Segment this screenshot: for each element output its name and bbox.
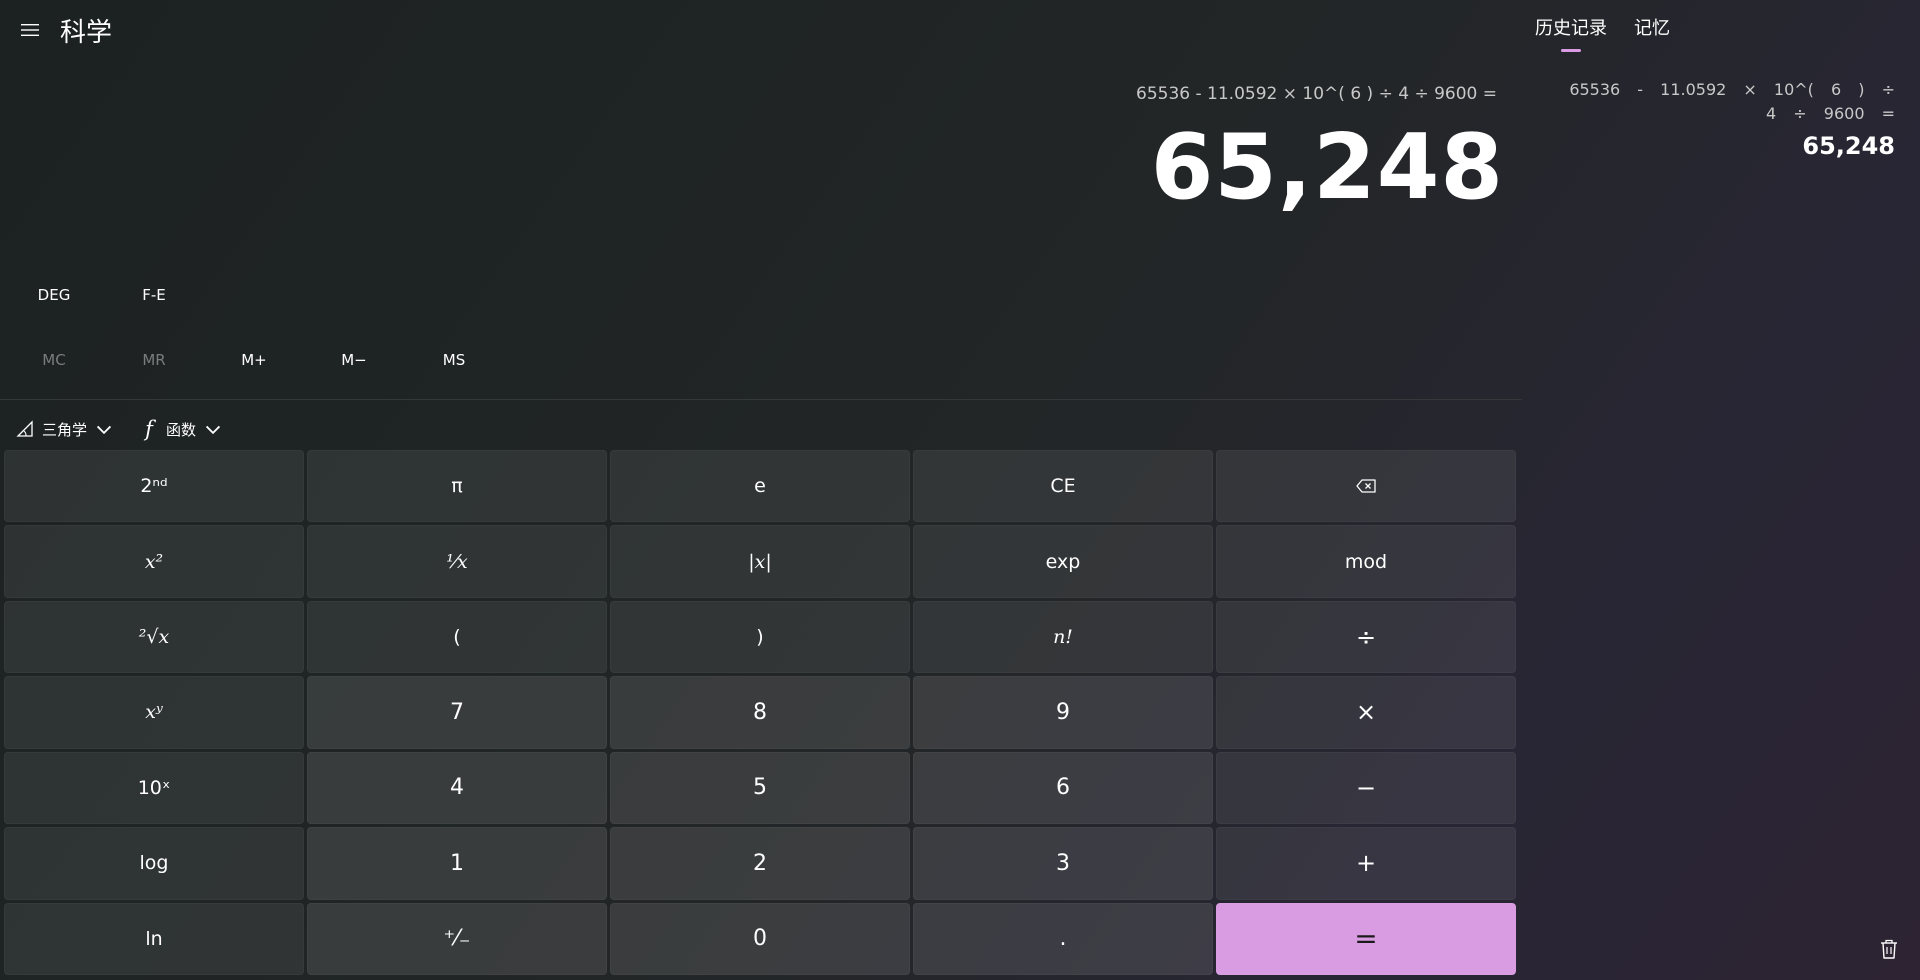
multiply-button[interactable]: ×	[1216, 676, 1516, 749]
backspace-icon	[1356, 479, 1376, 493]
digit-8-button[interactable]: 8	[610, 676, 910, 749]
euler-button[interactable]: e	[610, 450, 910, 523]
triangle-icon	[16, 420, 33, 437]
clear-entry-button[interactable]: CE	[913, 450, 1213, 523]
digit-1-button[interactable]: 1	[307, 827, 607, 900]
pi-button[interactable]: π	[307, 450, 607, 523]
log-button[interactable]: log	[4, 827, 304, 900]
digit-9-button[interactable]: 9	[913, 676, 1213, 749]
digit-3-button[interactable]: 3	[913, 827, 1213, 900]
digit-7-button[interactable]: 7	[307, 676, 607, 749]
result-display: 65,248	[1150, 115, 1504, 220]
exp-button[interactable]: exp	[913, 525, 1213, 598]
fe-button[interactable]: F-E	[104, 280, 204, 310]
absolute-button[interactable]: |x|	[610, 525, 910, 598]
expression-display: 65536 - 11.0592 × 10^( 6 ) ÷ 4 ÷ 9600 =	[1136, 84, 1497, 104]
mode-title: 科学	[60, 18, 113, 48]
active-tab-indicator	[1561, 49, 1581, 52]
memory-store-button[interactable]: MS	[404, 344, 504, 376]
second-function-button[interactable]: 2ⁿᵈ	[4, 450, 304, 523]
negate-button[interactable]: ⁺⁄₋	[307, 902, 607, 975]
clear-history-button[interactable]	[1878, 938, 1902, 962]
header: 科学	[0, 0, 1520, 60]
ten-power-button[interactable]: 10ˣ	[4, 751, 304, 825]
add-button[interactable]: +	[1216, 827, 1516, 900]
digit-2-button[interactable]: 2	[610, 827, 910, 900]
chevron-down-icon	[96, 425, 112, 435]
history-panel: 历史记录 记忆 65536 - 11.0592 × 10^( 6 ) ÷ 4 ÷…	[1520, 0, 1920, 980]
close-paren-button[interactable]: )	[610, 600, 910, 674]
equals-button[interactable]: =	[1216, 902, 1516, 975]
trig-dropdown[interactable]: 三角学	[16, 414, 113, 444]
function-icon: f	[145, 417, 153, 441]
square-button[interactable]: x²	[4, 525, 304, 598]
trig-dropdown-label: 三角学	[42, 420, 88, 439]
subtract-button[interactable]: −	[1216, 751, 1516, 825]
hamburger-icon	[21, 24, 39, 36]
divide-button[interactable]: ÷	[1216, 600, 1516, 674]
history-result[interactable]: 65,248	[1802, 132, 1895, 160]
tab-memory[interactable]: 记忆	[1634, 14, 1670, 40]
memory-add-button[interactable]: M+	[204, 344, 304, 376]
open-paren-button[interactable]: (	[307, 600, 607, 674]
decimal-button[interactable]: .	[913, 902, 1213, 975]
digit-4-button[interactable]: 4	[307, 751, 607, 825]
power-button[interactable]: xʸ	[4, 676, 304, 749]
factorial-button[interactable]: n!	[913, 600, 1213, 674]
reciprocal-button[interactable]: ¹⁄x	[307, 525, 607, 598]
square-root-button[interactable]: ²√x	[4, 600, 304, 674]
chevron-down-icon	[205, 425, 221, 435]
menu-button[interactable]	[14, 14, 46, 46]
function-dropdown-label: 函数	[166, 420, 197, 439]
keypad: 2ⁿᵈ π e CE x² ¹⁄x |x| exp mod ²√x ( ) n!…	[4, 450, 1516, 975]
backspace-button[interactable]	[1216, 450, 1516, 523]
tab-history[interactable]: 历史记录	[1535, 14, 1607, 40]
digit-0-button[interactable]: 0	[610, 902, 910, 975]
digit-5-button[interactable]: 5	[610, 751, 910, 825]
mod-button[interactable]: mod	[1216, 525, 1516, 598]
history-expression[interactable]: 65536 - 11.0592 × 10^( 6 ) ÷ 4 ÷ 9600 =	[1555, 78, 1895, 126]
function-dropdown[interactable]: f 函数	[140, 414, 222, 444]
memory-clear-button[interactable]: MC	[4, 344, 104, 376]
memory-subtract-button[interactable]: M−	[304, 344, 404, 376]
angle-unit-button[interactable]: DEG	[4, 280, 104, 310]
memory-recall-button[interactable]: MR	[104, 344, 204, 376]
calculator-app: 科学 65536 - 11.0592 × 10^( 6 ) ÷ 4 ÷ 9600…	[0, 0, 1920, 980]
trash-icon	[1881, 939, 1897, 959]
digit-6-button[interactable]: 6	[913, 751, 1213, 825]
ln-button[interactable]: ln	[4, 902, 304, 975]
divider	[0, 399, 1522, 400]
